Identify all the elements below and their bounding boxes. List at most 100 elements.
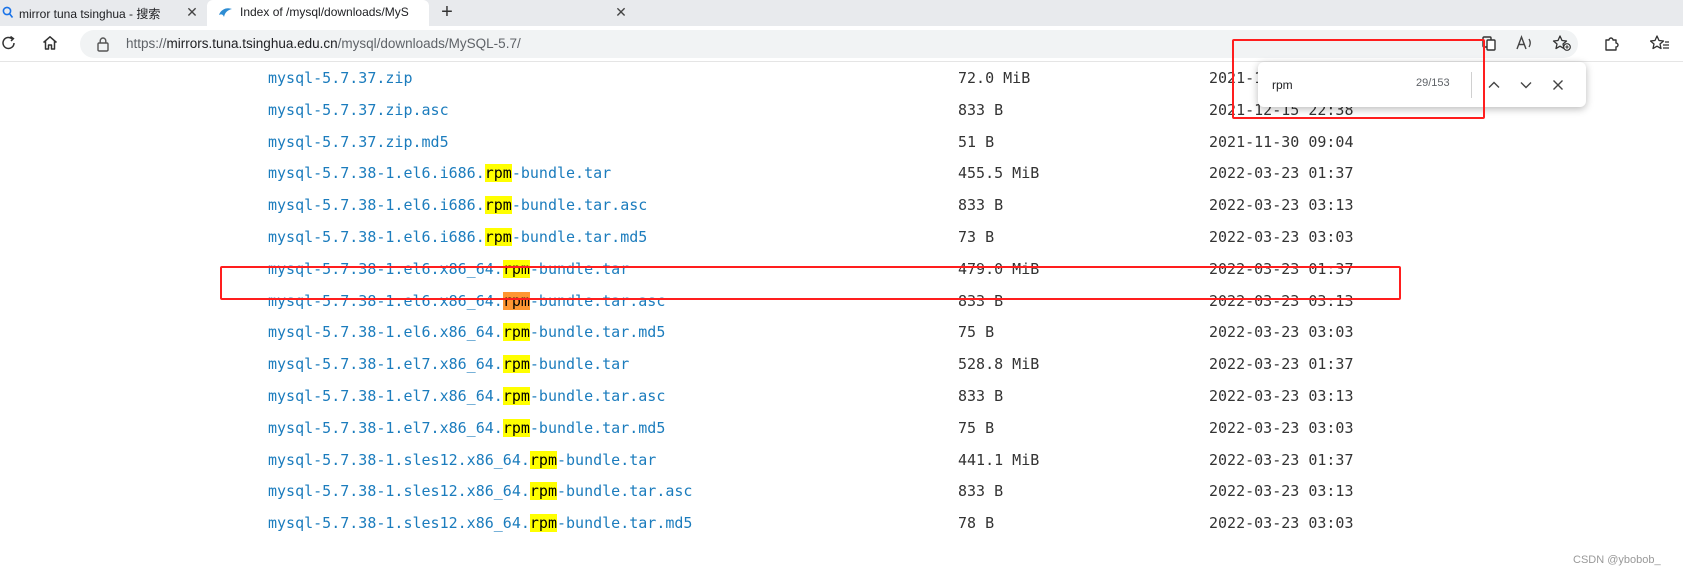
file-link[interactable]: mysql-5.7.38-1.el7.x86_64.rpm-bundle.tar… [268, 380, 665, 412]
file-size: 833 B [958, 100, 1004, 119]
home-icon[interactable] [41, 34, 59, 52]
search-match-highlight: rpm [484, 228, 512, 246]
tab-title: mirror tuna tsinghua - 搜索 [19, 7, 161, 21]
file-link[interactable]: mysql-5.7.38-1.el6.i686.rpm-bundle.tar.a… [268, 189, 647, 221]
table-row: mysql-5.7.38-1.el6.i686.rpm-bundle.tar.m… [0, 221, 1683, 253]
file-link[interactable]: mysql-5.7.38-1.el6.x86_64.rpm-bundle.tar… [268, 285, 665, 317]
table-row: mysql-5.7.38-1.el6.x86_64.rpm-bundle.tar… [0, 316, 1683, 348]
close-tab-icon[interactable]: ✕ [613, 3, 629, 21]
find-input[interactable] [1272, 75, 1422, 95]
file-size: 441.1 MiB [958, 450, 1040, 469]
tab-title: Index of /mysql/downloads/MyS [240, 5, 409, 19]
url-text[interactable]: https://mirrors.tuna.tsinghua.edu.cn/mys… [126, 36, 521, 51]
extensions-icon[interactable] [1603, 34, 1621, 52]
lock-icon[interactable] [96, 36, 110, 57]
tsinghua-logo-icon [217, 6, 233, 23]
search-match-highlight: rpm [484, 196, 512, 215]
file-size: 75 B [958, 323, 995, 342]
find-bar: 29/153 [1258, 62, 1586, 107]
file-date: 2022-03-23 01:37 [1209, 259, 1354, 278]
new-tab-icon[interactable]: + [437, 1, 457, 23]
file-link[interactable]: mysql-5.7.38-1.el6.i686.rpm-bundle.tar [268, 157, 611, 189]
search-match-highlight: rpm [529, 482, 557, 501]
search-match-highlight: rpm [502, 355, 530, 374]
file-date: 2022-03-23 01:37 [1209, 164, 1354, 183]
file-size: 72.0 MiB [958, 69, 1031, 87]
url-scheme: https:// [126, 36, 167, 51]
table-row: mysql-5.7.38-1.el6.x86_64.rpm-bundle.tar… [0, 285, 1683, 317]
file-date: 2022-03-23 03:13 [1209, 196, 1354, 215]
tab-search[interactable]: mirror tuna tsinghua - 搜索 ✕ [0, 0, 206, 26]
table-row: mysql-5.7.38-1.sles12.x86_64.rpm-bundle.… [0, 475, 1683, 507]
table-row: mysql-5.7.38-1.sles12.x86_64.rpm-bundle.… [0, 444, 1683, 476]
table-row: mysql-5.7.38-1.sles12.x86_64.rpm-bundle.… [0, 507, 1683, 539]
chevron-up-icon [1488, 81, 1500, 88]
search-match-highlight: rpm [502, 291, 530, 310]
file-link[interactable]: mysql-5.7.37.zip.asc [268, 94, 449, 126]
file-link[interactable]: mysql-5.7.38-1.el6.x86_64.rpm-bundle.tar… [268, 316, 665, 348]
tab-mysql-index[interactable]: Index of /mysql/downloads/MyS ✕ [207, 0, 627, 26]
file-size: 455.5 MiB [958, 164, 1040, 183]
file-size: 833 B [958, 196, 1004, 215]
file-date: 2022-03-23 03:13 [1209, 387, 1354, 405]
url-path: /mysql/downloads/MySQL-5.7/ [337, 36, 521, 51]
close-find-button[interactable] [1547, 74, 1569, 96]
table-row: mysql-5.7.38-1.el6.x86_64.rpm-bundle.tar… [0, 253, 1683, 285]
file-size: 78 B [958, 514, 995, 533]
table-row: mysql-5.7.38-1.el6.i686.rpm-bundle.tar 45… [0, 157, 1683, 189]
file-listing: mysql-5.7.37.zip72.0 MiB2021-12-15 22:38… [0, 62, 1683, 577]
url-host: mirrors.tuna.tsinghua.edu.cn [166, 36, 338, 51]
read-aloud-icon[interactable] [1515, 34, 1533, 52]
search-match-highlight: rpm [502, 418, 530, 437]
find-match-count: 29/153 [1416, 77, 1450, 89]
file-link[interactable]: mysql-5.7.38-1.el6.i686.rpm-bundle.tar.m… [268, 221, 647, 253]
file-link[interactable]: mysql-5.7.38-1.el7.x86_64.rpm-bundle.tar [268, 348, 629, 380]
refresh-icon[interactable] [0, 34, 18, 52]
file-date: 2022-03-23 03:03 [1209, 418, 1354, 437]
search-match-highlight: rpm [529, 450, 557, 469]
close-icon [1553, 80, 1563, 90]
file-link[interactable]: mysql-5.7.37.zip [268, 62, 413, 94]
next-match-button[interactable] [1515, 74, 1537, 96]
file-link[interactable]: mysql-5.7.37.zip.md5 [268, 126, 449, 158]
file-date: 2022-03-23 01:37 [1209, 450, 1354, 469]
search-match-highlight: rpm [502, 259, 530, 278]
add-favorite-icon[interactable] [1552, 34, 1571, 52]
file-size: 833 B [958, 291, 1004, 310]
file-date: 2022-03-23 03:13 [1209, 291, 1354, 310]
file-date: 2022-03-23 03:13 [1209, 482, 1354, 501]
close-tab-icon[interactable]: ✕ [184, 3, 200, 21]
file-link[interactable]: mysql-5.7.38-1.el7.x86_64.rpm-bundle.tar… [268, 412, 665, 444]
table-row: mysql-5.7.38-1.el6.i686.rpm-bundle.tar.a… [0, 189, 1683, 221]
file-date: 2021-11-30 09:04 [1209, 132, 1354, 151]
search-match-highlight: rpm [529, 514, 557, 533]
file-size: 833 B [958, 387, 1004, 405]
file-size: 51 B [958, 132, 995, 151]
chevron-down-icon [1520, 82, 1532, 89]
file-link[interactable]: mysql-5.7.38-1.sles12.x86_64.rpm-bundle.… [268, 475, 692, 507]
table-row: mysql-5.7.38-1.el7.x86_64.rpm-bundle.tar… [0, 412, 1683, 444]
file-link[interactable]: mysql-5.7.38-1.sles12.x86_64.rpm-bundle.… [268, 507, 692, 539]
watermark: CSDN @ybobob_ [1573, 554, 1661, 566]
previous-match-button[interactable] [1483, 74, 1505, 96]
table-row: mysql-5.7.37.zip.md5 51 B 2021-11-30 09:04 [0, 126, 1683, 158]
favorites-icon[interactable] [1649, 34, 1669, 52]
search-icon [2, 6, 14, 23]
search-match-highlight: rpm [502, 387, 530, 405]
search-match-highlight: rpm [484, 164, 512, 183]
table-row: mysql-5.7.38-1.el7.x86_64.rpm-bundle.tar… [0, 348, 1683, 380]
browser-toolbar: https://mirrors.tuna.tsinghua.edu.cn/mys… [0, 26, 1683, 62]
address-bar[interactable]: https://mirrors.tuna.tsinghua.edu.cn/mys… [80, 30, 1578, 58]
file-link[interactable]: mysql-5.7.38-1.sles12.x86_64.rpm-bundle.… [268, 444, 656, 476]
file-date: 2022-03-23 03:03 [1209, 514, 1354, 533]
file-date: 2022-03-23 03:03 [1209, 228, 1354, 246]
file-date: 2022-03-23 03:03 [1209, 323, 1354, 342]
file-size: 528.8 MiB [958, 355, 1040, 374]
file-size: 75 B [958, 418, 995, 437]
page-translate-icon[interactable] [1480, 34, 1498, 52]
file-size: 833 B [958, 482, 1004, 501]
file-size: 73 B [958, 228, 995, 246]
file-size: 479.0 MiB [958, 259, 1040, 278]
file-date: 2022-03-23 01:37 [1209, 355, 1354, 374]
file-link[interactable]: mysql-5.7.38-1.el6.x86_64.rpm-bundle.tar [268, 253, 629, 285]
